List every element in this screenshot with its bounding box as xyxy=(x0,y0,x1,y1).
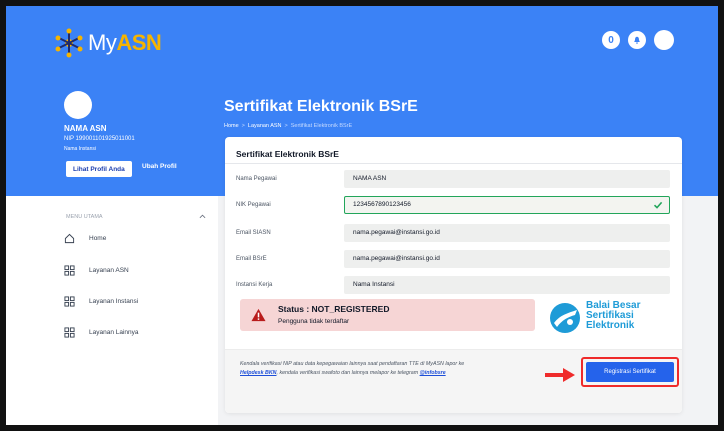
nama-pegawai-field[interactable]: NAMA ASN xyxy=(344,170,670,188)
header-actions: 0 xyxy=(602,30,674,50)
menu-section-label: MENU UTAMA xyxy=(66,214,103,220)
register-highlight: Registrasi Sertifikat xyxy=(581,357,679,387)
notification-badge-icon[interactable]: 0 xyxy=(602,31,620,49)
field-row-email-siasn: Email SIASN nama.pegawai@instansi.go.id xyxy=(225,224,682,242)
card-footer: Kendala verifikasi NIP atau data kepegaw… xyxy=(225,349,682,413)
profile-avatar xyxy=(64,91,92,119)
arrow-right-icon xyxy=(545,368,575,382)
nik-pegawai-field[interactable]: 1234567890123456 xyxy=(344,196,670,214)
sidebar-item-label: Layanan Lainnya xyxy=(89,329,139,336)
field-row-nik: NIK Pegawai 1234567890123456 xyxy=(225,196,682,214)
user-avatar[interactable] xyxy=(654,30,674,50)
bsre-logo: Balai Besar Sertifikasi Elektronik xyxy=(548,301,658,337)
status-description: Pengguna tidak terdaftar xyxy=(278,318,350,325)
breadcrumb: Home > Layanan ASN > Sertifikat Elektronik B… xyxy=(224,123,352,129)
logo-asn: ASN xyxy=(116,30,162,55)
breadcrumb-separator: > xyxy=(241,123,245,129)
sidebar: MENU UTAMA Home Layanan ASN Layanan Inst… xyxy=(6,196,218,425)
email-bsre-field[interactable]: nama.pegawai@instansi.go.id xyxy=(344,250,670,268)
note-text: Kendala verifikasi NIP atau data kepegaw… xyxy=(240,361,465,367)
infobsre-link[interactable]: @infobsre xyxy=(420,370,446,376)
breadcrumb-layanan-asn[interactable]: Layanan ASN xyxy=(248,123,282,129)
page-title: Sertifikat Elektronik BSrE xyxy=(224,98,418,115)
sidebar-item-label: Layanan ASN xyxy=(89,267,129,274)
myasn-logo[interactable]: MyASN xyxy=(54,26,162,60)
field-label: NIK Pegawai xyxy=(236,202,271,208)
profile-nip: NIP 199001101925011001 xyxy=(64,136,135,142)
field-label: Email BSrE xyxy=(236,256,267,262)
status-alert: Status : NOT_REGISTERED Pengguna tidak t… xyxy=(240,299,535,331)
bell-icon[interactable] xyxy=(628,31,646,49)
breadcrumb-current: Sertifikat Elektronik BSrE xyxy=(290,123,353,129)
sidebar-item-label: Home xyxy=(89,235,107,242)
check-icon xyxy=(653,201,663,209)
grid-icon xyxy=(64,296,75,307)
register-certificate-button[interactable]: Registrasi Sertifikat xyxy=(586,362,674,382)
sidebar-item-layanan-lainnya[interactable]: Layanan Lainnya xyxy=(64,327,139,338)
menu-section-header[interactable]: MENU UTAMA xyxy=(66,214,206,220)
sidebar-item-layanan-asn[interactable]: Layanan ASN xyxy=(64,265,129,276)
bsre-text: Balai Besar Sertifikasi Elektronik xyxy=(586,301,640,331)
status-title: Status : NOT_REGISTERED xyxy=(278,304,390,314)
field-label: Instansi Kerja xyxy=(236,282,273,288)
sidebar-item-label: Layanan Instansi xyxy=(89,298,139,305)
certificate-card: Sertifikat Elektronik BSrE Nama Pegawai … xyxy=(225,137,682,413)
notification-count: 0 xyxy=(608,34,614,46)
field-row-instansi: Instansi Kerja Nama Instansi xyxy=(225,276,682,294)
field-label: Nama Pegawai xyxy=(236,176,277,182)
breadcrumb-separator: > xyxy=(284,123,288,129)
divider xyxy=(225,163,682,164)
grid-icon xyxy=(64,327,75,338)
sidebar-item-home[interactable]: Home xyxy=(64,233,106,244)
card-title: Sertifikat Elektronik BSrE xyxy=(236,149,339,159)
bsre-emblem-icon xyxy=(550,303,580,333)
warning-icon xyxy=(251,308,266,322)
logo-star-icon xyxy=(55,28,83,58)
nik-value: 1234567890123456 xyxy=(353,201,411,208)
breadcrumb-home[interactable]: Home xyxy=(224,123,239,129)
field-row-nama: Nama Pegawai NAMA ASN xyxy=(225,170,682,188)
app-window: MyASN 0 NAMA ASN NIP 199001101925011001 … xyxy=(0,0,724,431)
edit-profile-button[interactable]: Ubah Profil xyxy=(142,163,177,170)
grid-icon xyxy=(64,265,75,276)
home-icon xyxy=(64,233,75,244)
field-row-email-bsre: Email BSrE nama.pegawai@instansi.go.id xyxy=(225,250,682,268)
view-profile-button[interactable]: Lihat Profil Anda xyxy=(66,161,132,177)
help-note: Kendala verifikasi NIP atau data kepegaw… xyxy=(240,360,465,378)
chevron-up-icon xyxy=(199,214,206,219)
bsre-line: Elektronik xyxy=(586,320,635,331)
logo-my: My xyxy=(88,30,117,55)
instansi-kerja-field[interactable]: Nama Instansi xyxy=(344,276,670,294)
logo-text: MyASN xyxy=(88,30,162,56)
field-label: Email SIASN xyxy=(236,230,271,236)
note-text: , kendala verifikasi swafoto dan lainnya… xyxy=(276,370,420,376)
sidebar-item-layanan-instansi[interactable]: Layanan Instansi xyxy=(64,296,138,307)
email-siasn-field[interactable]: nama.pegawai@instansi.go.id xyxy=(344,224,670,242)
profile-instansi: Nama Instansi xyxy=(64,146,96,152)
helpdesk-bkn-link[interactable]: Helpdesk BKN xyxy=(240,370,277,376)
profile-name: NAMA ASN xyxy=(64,124,107,133)
